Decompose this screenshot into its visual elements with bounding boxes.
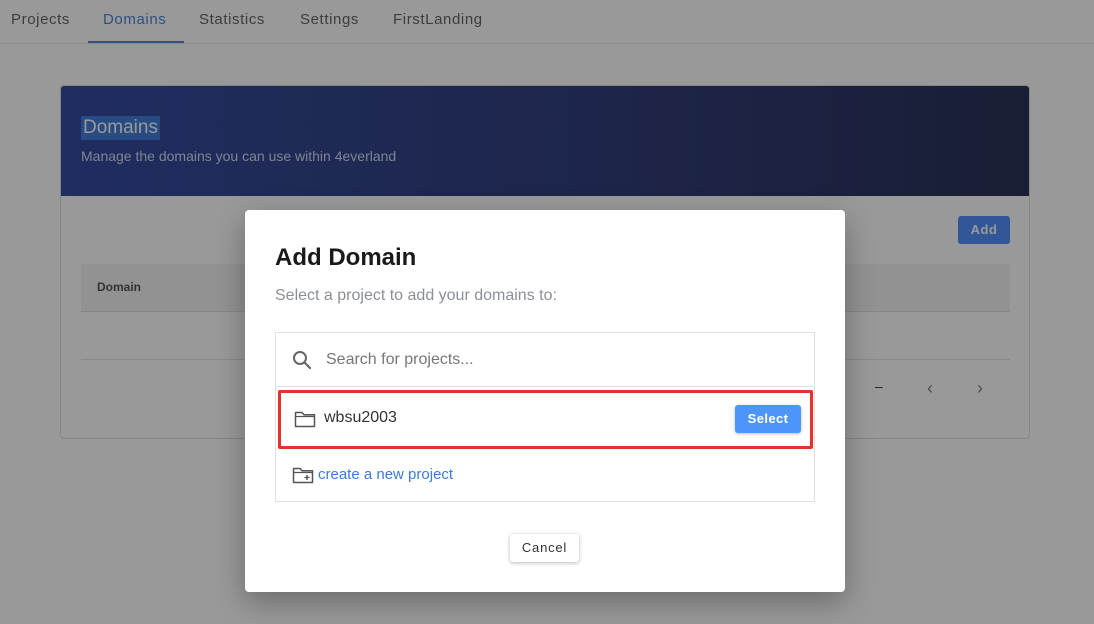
project-name: wbsu2003 [324,409,397,426]
project-search-row [276,333,814,387]
search-icon [292,350,312,370]
create-project-row[interactable]: create a new project [276,452,814,502]
add-domain-dialog: Add Domain Select a project to add your … [245,210,845,592]
folder-plus-icon [292,465,314,485]
dialog-title: Add Domain [275,244,417,271]
project-search-input[interactable] [326,347,786,373]
project-list-item[interactable]: wbsu2003 Select [278,390,813,449]
dialog-subtitle: Select a project to add your domains to: [275,287,557,304]
folder-icon [294,409,316,429]
cancel-button[interactable]: Cancel [510,534,579,562]
project-picker: wbsu2003 Select create a new project [275,332,815,502]
select-project-button[interactable]: Select [735,405,801,433]
create-project-link[interactable]: create a new project [318,466,453,483]
